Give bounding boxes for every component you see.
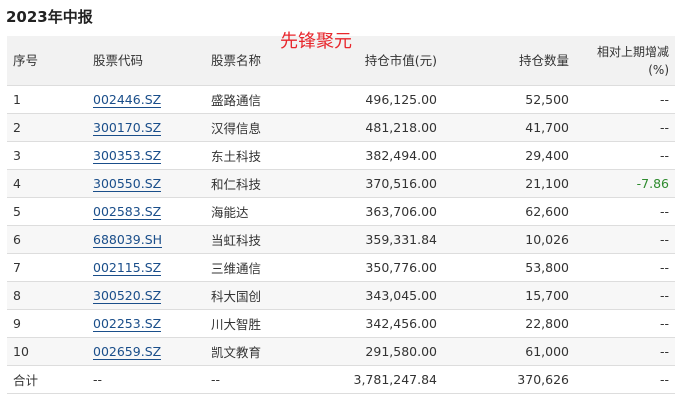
header-index: 序号 (7, 36, 87, 86)
stock-code-link[interactable]: 300520.SZ (93, 288, 162, 304)
cell-code: 002446.SZ (87, 85, 205, 114)
cell-value: 382,494.00 (293, 141, 443, 170)
cell-change: -- (575, 141, 675, 170)
total-name: -- (205, 365, 293, 394)
cell-quantity: 22,800 (443, 309, 575, 338)
report-title: 2023年中报 (6, 8, 93, 26)
cell-index: 6 (7, 225, 87, 254)
cell-value: 363,706.00 (293, 197, 443, 226)
header-change-label: 相对上期增减 (596, 44, 669, 59)
cell-code: 300353.SZ (87, 141, 205, 170)
watermark: 先锋聚元 (280, 31, 352, 52)
stock-code-link[interactable]: 002659.SZ (93, 344, 162, 360)
cell-change: -7.86 (575, 169, 675, 198)
cell-quantity: 41,700 (443, 113, 575, 142)
table-row: 10 002659.SZ 凯文教育 291,580.00 61,000 -- (7, 337, 675, 366)
total-quantity: 370,626 (443, 365, 575, 394)
stock-code-link[interactable]: 002253.SZ (93, 316, 162, 332)
cell-change: -- (575, 281, 675, 310)
table-row: 4 300550.SZ 和仁科技 370,516.00 21,100 -7.86 (7, 169, 675, 198)
table-row: 3 300353.SZ 东土科技 382,494.00 29,400 -- (7, 141, 675, 170)
cell-name: 汉得信息 (205, 113, 293, 142)
cell-code: 300520.SZ (87, 281, 205, 310)
cell-change: -- (575, 309, 675, 338)
cell-name: 凯文教育 (205, 337, 293, 366)
holdings-table: 序号 股票代码 股票名称 持仓市值(元) 持仓数量 相对上期增减 (%) 1 002… (7, 36, 675, 394)
cell-change: -- (575, 225, 675, 254)
cell-name: 盛路通信 (205, 85, 293, 114)
table-row: 7 002115.SZ 三维通信 350,776.00 53,800 -- (7, 253, 675, 282)
total-code: -- (87, 365, 205, 394)
cell-name: 东土科技 (205, 141, 293, 170)
cell-code: 688039.SH (87, 225, 205, 254)
cell-quantity: 52,500 (443, 85, 575, 114)
cell-value: 370,516.00 (293, 169, 443, 198)
total-row: 合计 -- -- 3,781,247.84 370,626 -- (7, 365, 675, 394)
cell-code: 002583.SZ (87, 197, 205, 226)
cell-change: -- (575, 85, 675, 114)
cell-code: 002253.SZ (87, 309, 205, 338)
total-value: 3,781,247.84 (293, 365, 443, 394)
cell-index: 2 (7, 113, 87, 142)
cell-index: 7 (7, 253, 87, 282)
header-quantity: 持仓数量 (443, 36, 575, 86)
cell-index: 9 (7, 309, 87, 338)
stock-code-link[interactable]: 300550.SZ (93, 176, 162, 192)
table-row: 2 300170.SZ 汉得信息 481,218.00 41,700 -- (7, 113, 675, 142)
cell-code: 002115.SZ (87, 253, 205, 282)
cell-quantity: 21,100 (443, 169, 575, 198)
cell-quantity: 53,800 (443, 253, 575, 282)
cell-quantity: 29,400 (443, 141, 575, 170)
stock-code-link[interactable]: 300353.SZ (93, 148, 162, 164)
cell-name: 当虹科技 (205, 225, 293, 254)
table-row: 9 002253.SZ 川大智胜 342,456.00 22,800 -- (7, 309, 675, 338)
cell-value: 342,456.00 (293, 309, 443, 338)
cell-index: 1 (7, 85, 87, 114)
total-change: -- (575, 365, 675, 394)
cell-index: 4 (7, 169, 87, 198)
stock-code-link[interactable]: 002115.SZ (93, 260, 162, 276)
header-change: 相对上期增减 (%) (575, 36, 675, 86)
stock-code-link[interactable]: 300170.SZ (93, 120, 162, 136)
cell-change: -- (575, 197, 675, 226)
cell-quantity: 15,700 (443, 281, 575, 310)
cell-index: 5 (7, 197, 87, 226)
table-row: 5 002583.SZ 海能达 363,706.00 62,600 -- (7, 197, 675, 226)
cell-change: -- (575, 337, 675, 366)
cell-value: 343,045.00 (293, 281, 443, 310)
cell-code: 300170.SZ (87, 113, 205, 142)
cell-value: 359,331.84 (293, 225, 443, 254)
cell-name: 科大国创 (205, 281, 293, 310)
table-row: 1 002446.SZ 盛路通信 496,125.00 52,500 -- (7, 85, 675, 114)
cell-name: 和仁科技 (205, 169, 293, 198)
table-row: 8 300520.SZ 科大国创 343,045.00 15,700 -- (7, 281, 675, 310)
cell-name: 川大智胜 (205, 309, 293, 338)
table-row: 6 688039.SH 当虹科技 359,331.84 10,026 -- (7, 225, 675, 254)
cell-value: 496,125.00 (293, 85, 443, 114)
cell-change: -- (575, 113, 675, 142)
cell-quantity: 10,026 (443, 225, 575, 254)
cell-value: 481,218.00 (293, 113, 443, 142)
cell-quantity: 62,600 (443, 197, 575, 226)
header-change-unit: (%) (648, 62, 669, 77)
cell-code: 002659.SZ (87, 337, 205, 366)
cell-value: 350,776.00 (293, 253, 443, 282)
cell-name: 三维通信 (205, 253, 293, 282)
cell-name: 海能达 (205, 197, 293, 226)
stock-code-link[interactable]: 002446.SZ (93, 92, 162, 108)
cell-index: 10 (7, 337, 87, 366)
cell-index: 8 (7, 281, 87, 310)
cell-value: 291,580.00 (293, 337, 443, 366)
header-code: 股票代码 (87, 36, 205, 86)
stock-code-link[interactable]: 002583.SZ (93, 204, 162, 220)
cell-index: 3 (7, 141, 87, 170)
cell-code: 300550.SZ (87, 169, 205, 198)
cell-quantity: 61,000 (443, 337, 575, 366)
stock-code-link[interactable]: 688039.SH (93, 232, 163, 248)
total-label: 合计 (7, 365, 87, 394)
cell-change: -- (575, 253, 675, 282)
